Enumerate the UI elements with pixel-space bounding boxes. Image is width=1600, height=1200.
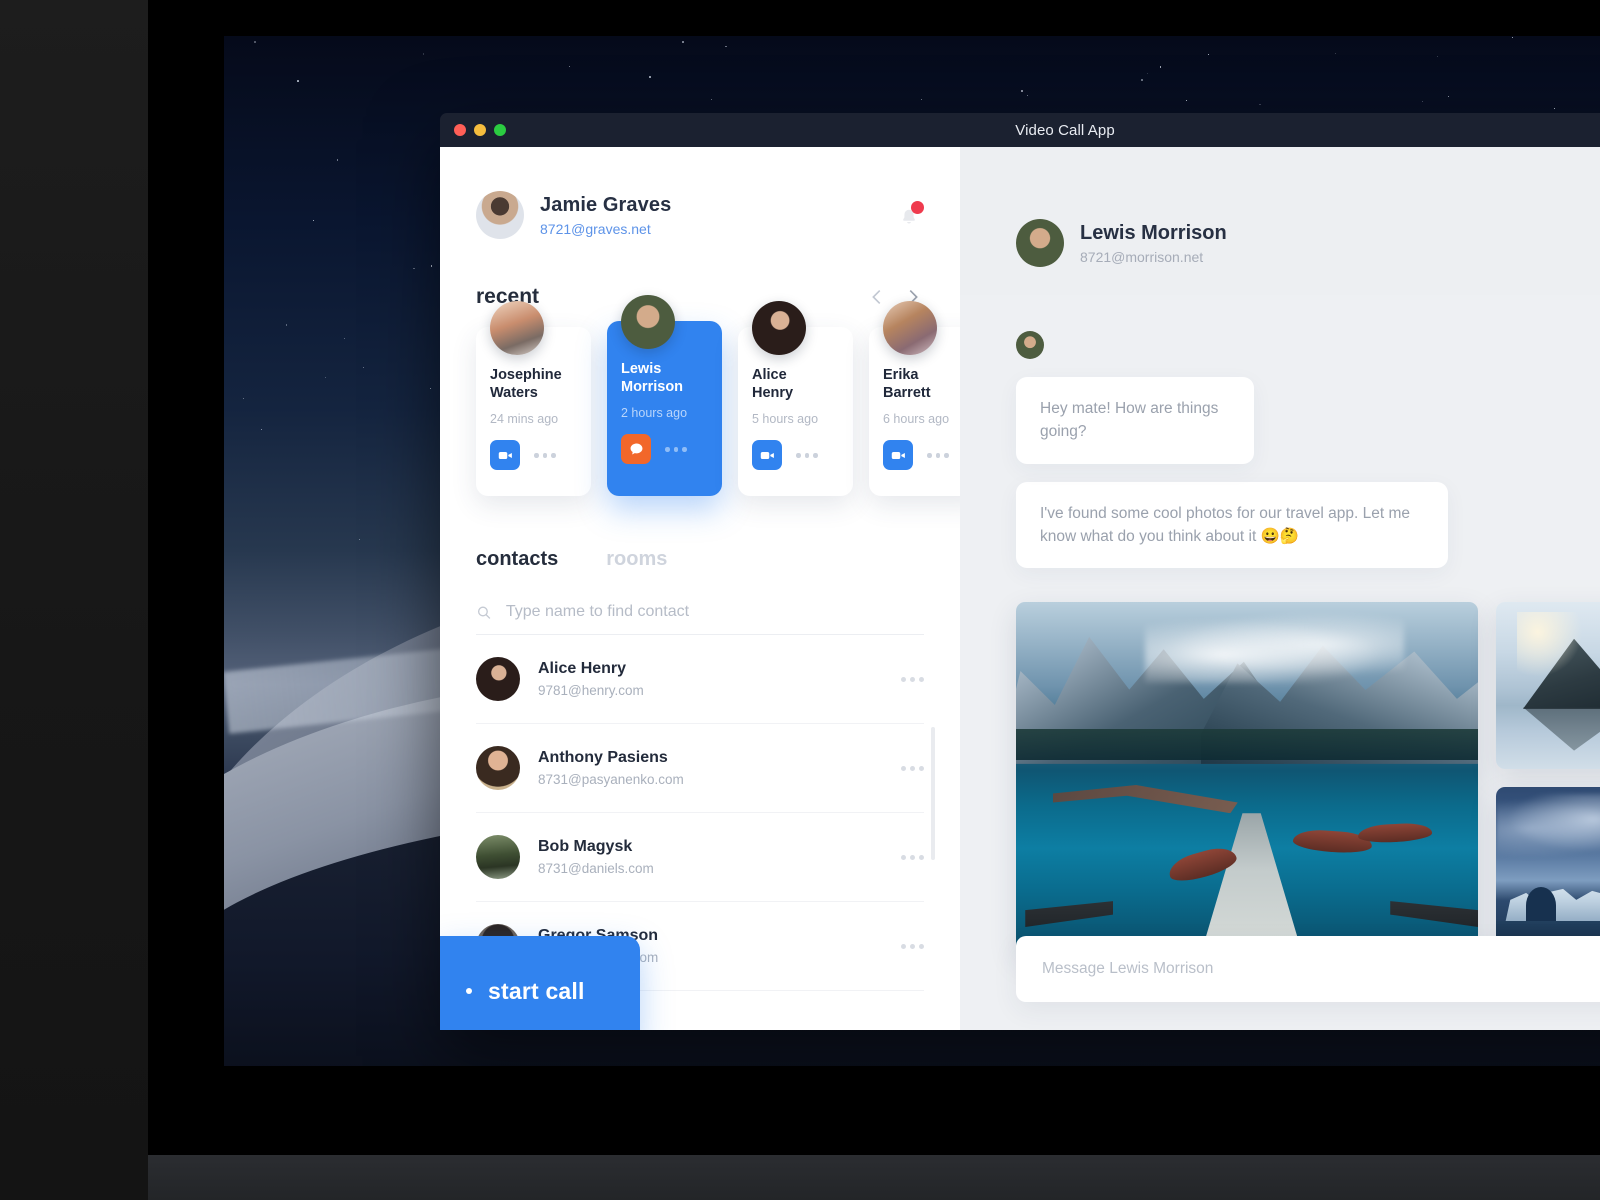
- recent-card-josephine-waters[interactable]: Josephine Waters 24 mins ago: [476, 327, 591, 496]
- window-controls: [454, 124, 506, 136]
- video-camera-icon: [497, 447, 514, 464]
- more-options-button[interactable]: [796, 453, 818, 458]
- tab-contacts[interactable]: contacts: [476, 548, 558, 571]
- recent-card-time: 2 hours ago: [621, 406, 708, 420]
- chat-messages: Hey mate! How are things going? I've fou…: [960, 295, 1600, 954]
- recent-card-name-line1: Alice: [752, 367, 787, 383]
- contact-row-anthony-pasiens[interactable]: Anthony Pasiens 8731@pasyanenko.com: [476, 724, 924, 813]
- avatar: [621, 295, 675, 349]
- more-options-button[interactable]: [901, 677, 924, 682]
- recent-card-time: 6 hours ago: [883, 412, 960, 426]
- notification-badge: [911, 201, 924, 214]
- recent-header: recent: [440, 239, 960, 309]
- recent-card-name-line2: Barrett: [883, 385, 931, 401]
- video-camera-icon: [890, 447, 907, 464]
- account-avatar[interactable]: [476, 191, 524, 239]
- message-sender-avatar: [1016, 331, 1044, 359]
- video-call-button[interactable]: [490, 440, 520, 470]
- recent-card-alice-henry[interactable]: Alice Henry 5 hours ago: [738, 327, 853, 496]
- message-composer: [1016, 936, 1600, 1002]
- recent-card-name-line1: Josephine: [490, 367, 562, 383]
- avatar: [883, 301, 937, 355]
- chat-contact-name: Lewis Morrison: [1080, 222, 1227, 245]
- recent-card-time: 24 mins ago: [490, 412, 577, 426]
- recent-card-name-line2: Morrison: [621, 379, 683, 395]
- video-camera-icon: [759, 447, 776, 464]
- chat-contact-handle: 8721@morrison.net: [1080, 249, 1227, 265]
- contact-name: Alice Henry: [538, 660, 644, 678]
- start-call-button[interactable]: start call: [440, 936, 640, 1030]
- avatar: [752, 301, 806, 355]
- attachment-iceberg-photo[interactable]: [1496, 787, 1600, 954]
- contact-handle: 8731@pasyanenko.com: [538, 772, 684, 787]
- chat-header: Lewis Morrison 8721@morrison.net: [960, 147, 1600, 295]
- account-header: Jamie Graves 8721@graves.net: [440, 147, 960, 239]
- recent-card-time: 5 hours ago: [752, 412, 839, 426]
- contacts-scrollbar[interactable]: [931, 727, 935, 860]
- window-title: Video Call App: [440, 122, 1600, 139]
- more-options-button[interactable]: [665, 447, 687, 452]
- video-call-button[interactable]: [883, 440, 913, 470]
- contact-name: Anthony Pasiens: [538, 749, 684, 767]
- recent-card-name-line2: Waters: [490, 385, 538, 401]
- recent-card-name-line1: Erika: [883, 367, 918, 383]
- more-options-button[interactable]: [901, 855, 924, 860]
- start-call-label: start call: [488, 978, 585, 1005]
- tab-rooms[interactable]: rooms: [606, 548, 667, 571]
- attachment-fjord-photo[interactable]: [1496, 602, 1600, 769]
- contact-name: Bob Magysk: [538, 838, 654, 856]
- avatar: [476, 746, 520, 790]
- message-button[interactable]: [621, 434, 651, 464]
- minimize-button[interactable]: [474, 124, 486, 136]
- avatar: [476, 657, 520, 701]
- recent-card-lewis-morrison[interactable]: Lewis Morrison 2 hours ago: [607, 321, 722, 496]
- recent-card-name-line1: Lewis: [621, 361, 661, 377]
- more-options-button[interactable]: [927, 453, 949, 458]
- contact-handle: 8731@daniels.com: [538, 861, 654, 876]
- account-name: Jamie Graves: [540, 194, 671, 217]
- recent-cards: Josephine Waters 24 mins ago Lewis Morriso…: [440, 309, 960, 496]
- chat-panel: Lewis Morrison 8721@morrison.net Hey mat…: [960, 147, 1600, 1030]
- window-titlebar: Video Call App: [440, 113, 1600, 147]
- search-icon: [476, 604, 492, 621]
- bullet-icon: [466, 988, 472, 994]
- search-input[interactable]: [506, 603, 924, 621]
- contact-handle: 9781@henry.com: [538, 683, 644, 698]
- chat-bubble-icon: [628, 441, 645, 458]
- more-options-button[interactable]: [534, 453, 556, 458]
- more-options-button[interactable]: [901, 944, 924, 949]
- screen-root: Video Call App Jamie Graves 8721@graves.…: [0, 0, 1600, 1200]
- app-window: Video Call App Jamie Graves 8721@graves.…: [440, 113, 1600, 1030]
- list-tabs: contacts rooms: [440, 496, 960, 571]
- contact-row-bob-magysk[interactable]: Bob Magysk 8731@daniels.com: [476, 813, 924, 902]
- message-bubble: I've found some cool photos for our trav…: [1016, 482, 1448, 569]
- device-side-strip: [0, 0, 148, 1200]
- avatar: [490, 301, 544, 355]
- video-call-button[interactable]: [752, 440, 782, 470]
- attachment-lake-braies-photo[interactable]: [1016, 602, 1478, 954]
- maximize-button[interactable]: [494, 124, 506, 136]
- chevron-left-icon[interactable]: [866, 286, 888, 308]
- message-attachments: [1016, 602, 1600, 954]
- chat-contact-avatar[interactable]: [1016, 219, 1064, 267]
- message-input[interactable]: [1042, 960, 1600, 978]
- account-handle: 8721@graves.net: [540, 221, 671, 237]
- device-base: [148, 1155, 1600, 1200]
- close-button[interactable]: [454, 124, 466, 136]
- recent-card-erika-barrett[interactable]: Erika Barrett 6 hours ago: [869, 327, 960, 496]
- more-options-button[interactable]: [901, 766, 924, 771]
- avatar: [476, 835, 520, 879]
- contact-search: [476, 603, 924, 635]
- recent-card-name-line2: Henry: [752, 385, 793, 401]
- message-bubble: Hey mate! How are things going?: [1016, 377, 1254, 464]
- notifications-button[interactable]: [896, 201, 924, 229]
- left-panel: Jamie Graves 8721@graves.net recent Jose…: [440, 147, 960, 1030]
- contact-row-alice-henry[interactable]: Alice Henry 9781@henry.com: [476, 635, 924, 724]
